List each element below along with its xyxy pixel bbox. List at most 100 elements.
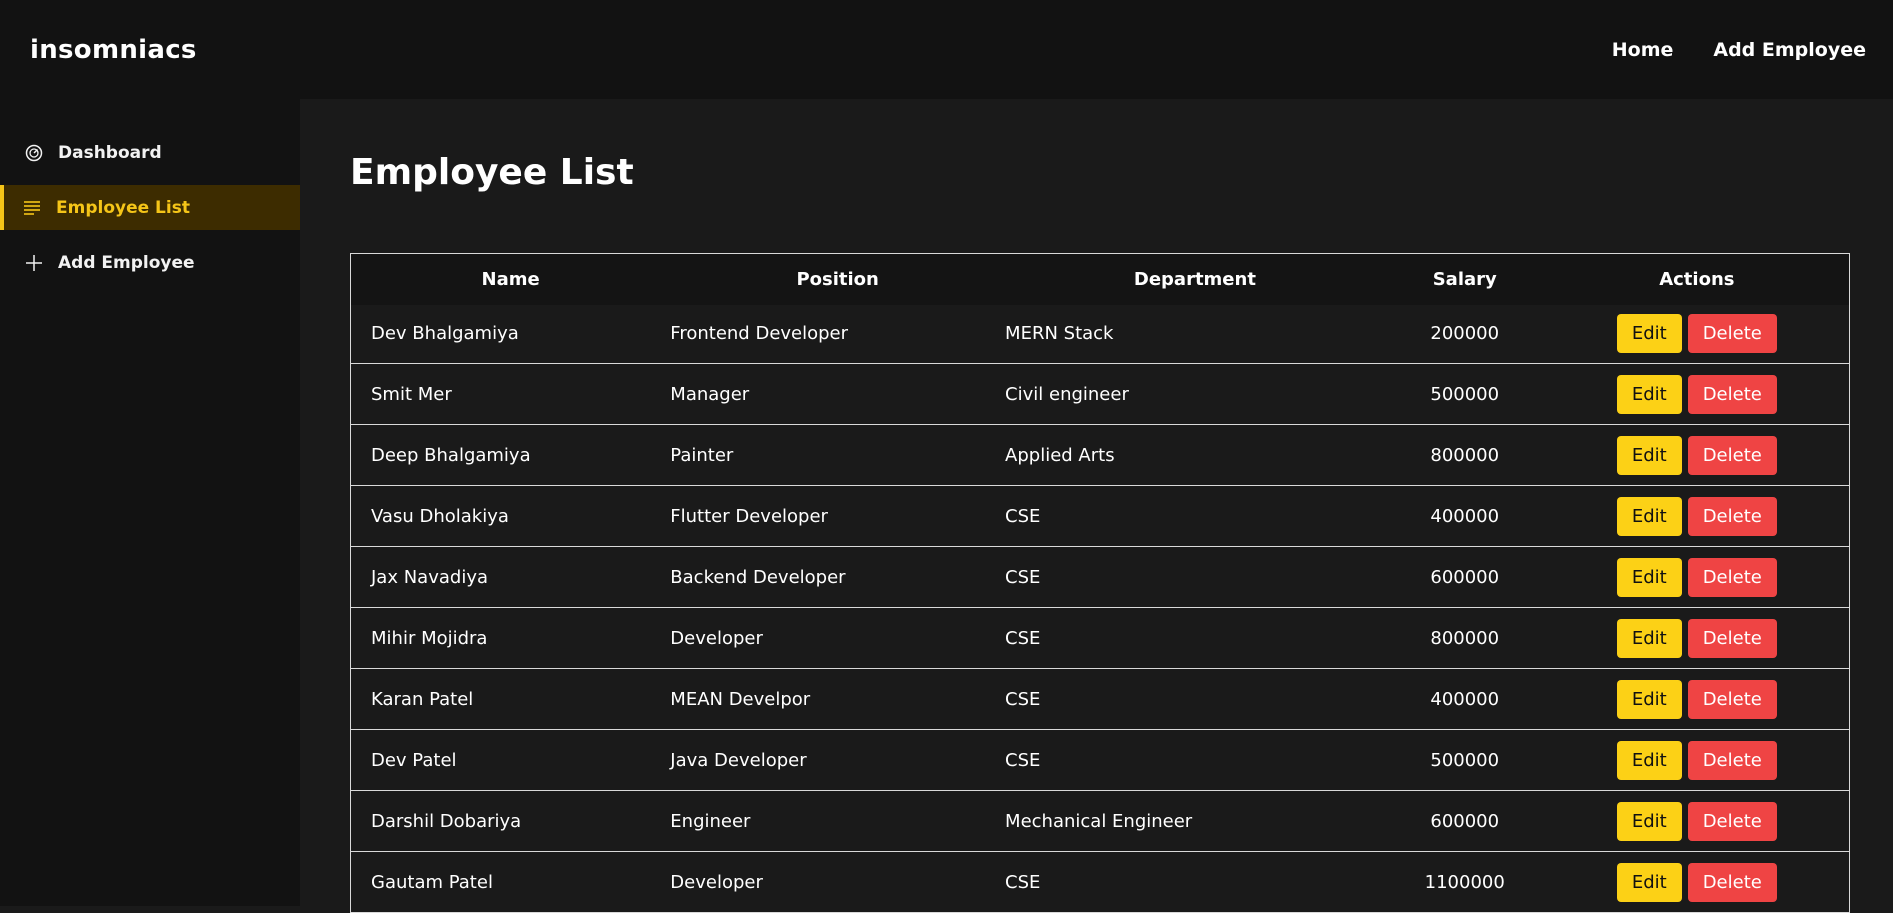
page-title: Employee List [350, 152, 634, 193]
cell-salary: 1100000 [1424, 871, 1505, 893]
edit-button[interactable]: Edit [1616, 862, 1682, 902]
table-row: Deep Bhalgamiya Painter Applied Arts 800000… [350, 424, 1850, 486]
table-row: Darshil Dobariya Engineer Mechanical Engin… [350, 790, 1850, 852]
edit-button[interactable]: Edit [1616, 801, 1682, 841]
delete-button[interactable]: Delete [1687, 618, 1777, 658]
dashboard-icon [24, 143, 44, 163]
cell-actions: Edit Delete [1545, 730, 1850, 791]
delete-button[interactable]: Delete [1687, 679, 1777, 719]
cell-name: Dev Bhalgamiya [371, 323, 519, 345]
cell-department: Civil engineer [1005, 383, 1129, 405]
list-icon [22, 198, 42, 218]
cell-position: Developer [670, 871, 763, 893]
table-body: Dev Bhalgamiya Frontend Developer MERN Sta… [350, 305, 1850, 913]
edit-button[interactable]: Edit [1616, 435, 1682, 475]
cell-actions: Edit Delete [1545, 486, 1850, 547]
cell-department: CSE [1005, 627, 1041, 649]
cell-actions: Edit Delete [1545, 608, 1850, 669]
delete-button[interactable]: Delete [1687, 496, 1777, 536]
cell-salary: 500000 [1430, 749, 1500, 771]
delete-button[interactable]: Delete [1687, 801, 1777, 841]
cell-position: Frontend Developer [670, 323, 849, 345]
delete-button[interactable]: Delete [1687, 374, 1777, 414]
sidebar-item-dashboard[interactable]: Dashboard [0, 130, 300, 175]
cell-salary: 500000 [1430, 383, 1500, 405]
table-row: Dev Bhalgamiya Frontend Developer MERN Sta… [351, 305, 1850, 364]
sidebar-item-label: Add Employee [58, 252, 195, 273]
cell-name: Jax Navadiya [371, 566, 488, 588]
cell-salary: 400000 [1430, 688, 1500, 710]
cell-salary: 800000 [1430, 627, 1500, 649]
edit-button[interactable]: Edit [1616, 496, 1682, 536]
top-navbar: insomniacs Home Add Employee [0, 0, 1893, 99]
cell-actions: Edit Delete [1545, 669, 1850, 730]
cell-department: Mechanical Engineer [1005, 810, 1193, 832]
cell-department: CSE [1005, 505, 1041, 527]
cell-position: Flutter Developer [670, 505, 828, 527]
column-header-salary: Salary [1432, 268, 1497, 290]
cell-salary: 800000 [1430, 444, 1500, 466]
cell-department: MERN Stack [1005, 323, 1114, 345]
edit-button[interactable]: Edit [1616, 557, 1682, 597]
cell-salary: 200000 [1430, 323, 1500, 345]
cell-salary: 600000 [1430, 810, 1500, 832]
edit-button[interactable]: Edit [1616, 679, 1682, 719]
edit-button[interactable]: Edit [1616, 374, 1682, 414]
top-nav: Home Add Employee [1612, 39, 1866, 61]
table-header: Name Position Department Salary Actions [350, 253, 1850, 305]
cell-name: Gautam Patel [371, 871, 493, 893]
delete-button[interactable]: Delete [1687, 557, 1777, 597]
cell-department: CSE [1005, 871, 1041, 893]
main-content: Employee List Name Position Department S… [300, 99, 1893, 913]
cell-actions: Edit Delete [1545, 852, 1850, 913]
sidebar-item-label: Employee List [56, 197, 190, 218]
edit-button[interactable]: Edit [1616, 618, 1682, 658]
cell-name: Vasu Dholakiya [371, 505, 509, 527]
cell-actions: Edit Delete [1545, 305, 1850, 364]
cell-department: CSE [1005, 688, 1041, 710]
cell-position: Manager [670, 383, 750, 405]
cell-position: Developer [670, 627, 763, 649]
delete-button[interactable]: Delete [1687, 435, 1777, 475]
cell-name: Mihir Mojidra [371, 627, 488, 649]
cell-name: Darshil Dobariya [371, 810, 522, 832]
column-header-name: Name [481, 268, 540, 290]
cell-position: Java Developer [670, 749, 807, 771]
cell-position: Painter [670, 444, 734, 466]
table-row: Karan Patel MEAN Develpor CSE 400000 Edit Del… [350, 668, 1850, 730]
sidebar-item-label: Dashboard [58, 142, 162, 163]
sidebar: Dashboard Employee List Add Employee [0, 99, 300, 906]
sidebar-item-employee-list[interactable]: Employee List [0, 185, 300, 230]
column-header-actions: Actions [1659, 268, 1735, 290]
cell-position: Backend Developer [670, 566, 846, 588]
nav-link-add-employee[interactable]: Add Employee [1713, 39, 1866, 61]
edit-button[interactable]: Edit [1616, 314, 1682, 354]
cell-actions: Edit Delete [1545, 547, 1850, 608]
plus-icon [24, 253, 44, 273]
cell-salary: 600000 [1430, 566, 1500, 588]
column-header-department: Department [1133, 268, 1256, 290]
cell-name: Deep Bhalgamiya [371, 444, 531, 466]
cell-position: Engineer [670, 810, 751, 832]
table-row: Smit Mer Manager Civil engineer 500000 Edit D… [350, 363, 1850, 425]
table-row: Jax Navadiya Backend Developer CSE 600000 Ed… [350, 546, 1850, 608]
delete-button[interactable]: Delete [1687, 862, 1777, 902]
cell-department: CSE [1005, 566, 1041, 588]
cell-department: CSE [1005, 749, 1041, 771]
table-row: Dev Patel Java Developer CSE 500000 Edit Dele… [350, 729, 1850, 791]
nav-link-home[interactable]: Home [1612, 39, 1674, 61]
cell-name: Dev Patel [371, 749, 457, 771]
sidebar-item-add-employee[interactable]: Add Employee [0, 240, 300, 285]
employee-table: Name Position Department Salary Actions … [350, 253, 1850, 913]
table-row: Mihir Mojidra Developer CSE 800000 Edit Delet… [350, 607, 1850, 669]
cell-actions: Edit Delete [1545, 364, 1850, 425]
delete-button[interactable]: Delete [1687, 314, 1777, 354]
cell-actions: Edit Delete [1545, 791, 1850, 852]
cell-actions: Edit Delete [1545, 425, 1850, 486]
cell-name: Smit Mer [371, 383, 452, 405]
cell-salary: 400000 [1430, 505, 1500, 527]
brand-logo[interactable]: insomniacs [30, 35, 197, 65]
table-row: Gautam Patel Developer CSE 1100000 Edit Delet… [350, 851, 1850, 913]
delete-button[interactable]: Delete [1687, 740, 1777, 780]
edit-button[interactable]: Edit [1616, 740, 1682, 780]
